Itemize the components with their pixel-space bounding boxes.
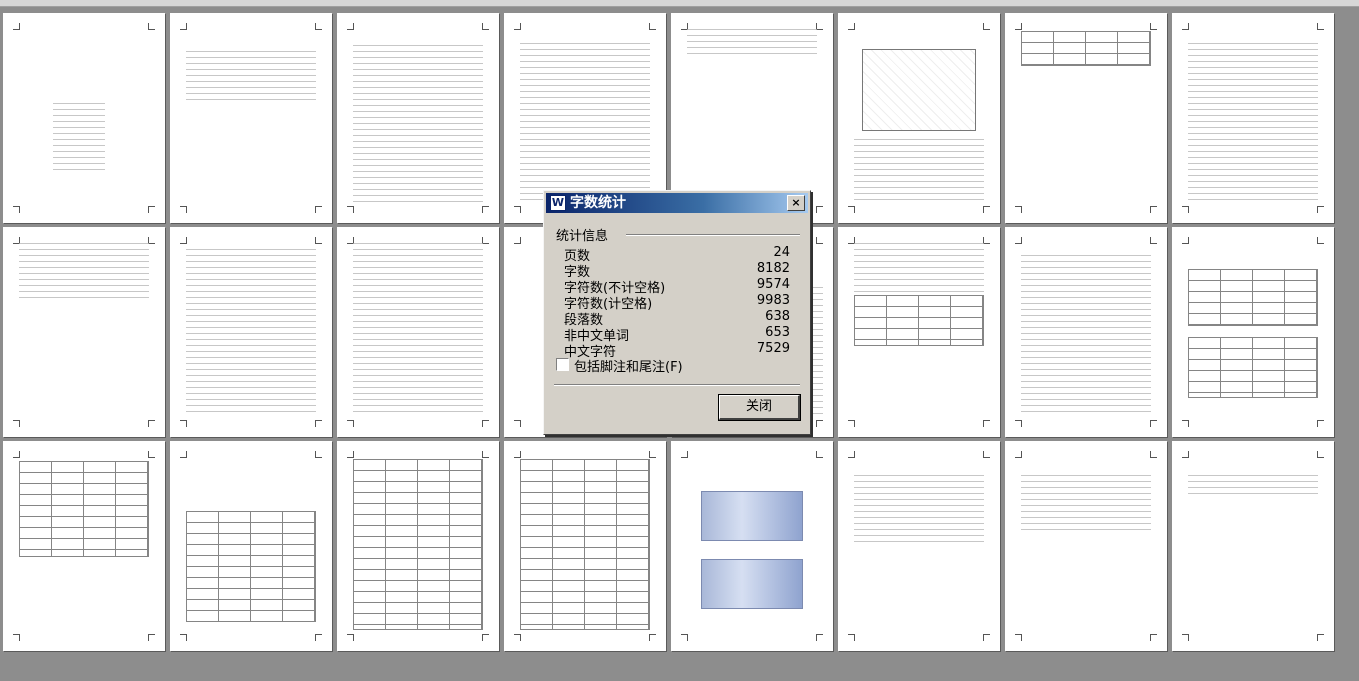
stat-row-pages: 页数 24 (564, 245, 790, 264)
stat-value: 9983 (756, 293, 790, 308)
close-button[interactable]: 关闭 (718, 394, 801, 421)
statistics-group-label: 统计信息 (556, 229, 609, 244)
stat-row-chinese-chars: 中文字符 7529 (564, 341, 790, 360)
stat-value: 8182 (756, 261, 790, 276)
document-page[interactable] (337, 441, 499, 651)
statistics-list: 页数 24 字数 8182 字符数(不计空格) 9574 字符数(计空格) 99… (564, 245, 790, 360)
document-page[interactable] (1005, 227, 1167, 437)
document-page[interactable] (1005, 13, 1167, 223)
document-page[interactable] (170, 227, 332, 437)
stat-value: 7529 (756, 341, 790, 356)
document-page[interactable] (1172, 441, 1334, 651)
toolbar-strip (0, 0, 1359, 7)
document-page[interactable] (3, 441, 165, 651)
stat-value: 638 (765, 309, 790, 324)
document-page[interactable] (1172, 13, 1334, 223)
document-page[interactable] (504, 441, 666, 651)
dialog-title: 字数统计 (570, 195, 626, 211)
stat-value: 9574 (756, 277, 790, 292)
stat-row-chars-no-spaces: 字符数(不计空格) 9574 (564, 277, 790, 296)
word-count-dialog: W 字数统计 × 统计信息 页数 24 字数 8182 字符数(不计空格) 95… (543, 190, 811, 435)
stat-value: 24 (773, 245, 790, 260)
document-page[interactable] (838, 13, 1000, 223)
document-page[interactable] (3, 13, 165, 223)
include-footnotes-checkbox[interactable] (556, 358, 569, 371)
dialog-titlebar[interactable]: W 字数统计 × (546, 193, 808, 213)
include-footnotes-label[interactable]: 包括脚注和尾注(F) (574, 356, 683, 375)
stat-row-chars-with-spaces: 字符数(计空格) 9983 (564, 293, 790, 312)
stat-row-paragraphs: 段落数 638 (564, 309, 790, 328)
stat-row-non-chinese-words: 非中文单词 653 (564, 325, 790, 344)
document-page[interactable] (337, 227, 499, 437)
stat-row-words: 字数 8182 (564, 261, 790, 280)
group-divider (626, 234, 800, 236)
app-icon: W (550, 195, 566, 211)
document-page[interactable] (170, 441, 332, 651)
document-page[interactable] (1172, 227, 1334, 437)
document-page[interactable] (671, 441, 833, 651)
document-page[interactable] (838, 227, 1000, 437)
document-page[interactable] (838, 441, 1000, 651)
document-page[interactable] (1005, 441, 1167, 651)
document-page[interactable] (3, 227, 165, 437)
dialog-separator (554, 384, 800, 386)
stat-value: 653 (765, 325, 790, 340)
document-page[interactable] (337, 13, 499, 223)
document-page[interactable] (170, 13, 332, 223)
close-icon[interactable]: × (787, 195, 805, 211)
